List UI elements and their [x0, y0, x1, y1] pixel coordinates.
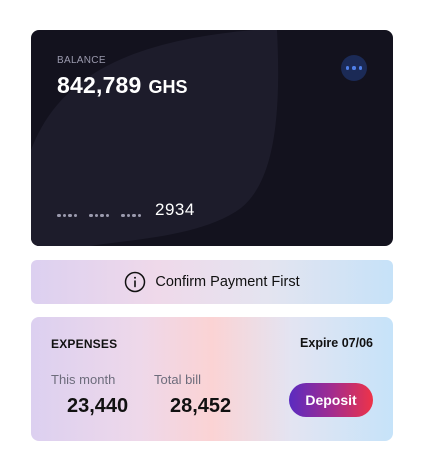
expenses-title: EXPENSES — [51, 337, 118, 351]
expire-date: Expire 07/06 — [300, 336, 373, 350]
balance-amount: 842,789 — [57, 72, 142, 98]
expenses-panel: EXPENSES Expire 07/06 This month 23,440 … — [31, 317, 393, 441]
this-month-label: This month — [51, 372, 116, 387]
total-bill-value: 28,452 — [170, 395, 232, 417]
card-number: 2934 — [57, 200, 195, 220]
confirm-payment-label: Confirm Payment First — [155, 274, 300, 290]
more-horizontal-icon — [345, 66, 350, 70]
confirm-payment-banner[interactable]: Confirm Payment First — [31, 260, 393, 304]
masked-digits-group — [89, 213, 109, 221]
more-options-button[interactable] — [341, 55, 367, 81]
balance-card: BALANCE 842,789 GHS 2934 — [31, 30, 393, 246]
total-bill-label: Total bill — [154, 372, 201, 387]
masked-digits-group — [57, 213, 77, 221]
balance-row: 842,789 GHS — [57, 72, 188, 99]
deposit-button[interactable]: Deposit — [289, 383, 373, 417]
masked-digits-group — [121, 213, 141, 221]
this-month-value: 23,440 — [67, 395, 129, 417]
balance-currency: GHS — [148, 77, 188, 97]
info-circle-icon — [125, 271, 146, 293]
card-last4: 2934 — [155, 200, 195, 219]
balance-label: BALANCE — [57, 55, 106, 66]
